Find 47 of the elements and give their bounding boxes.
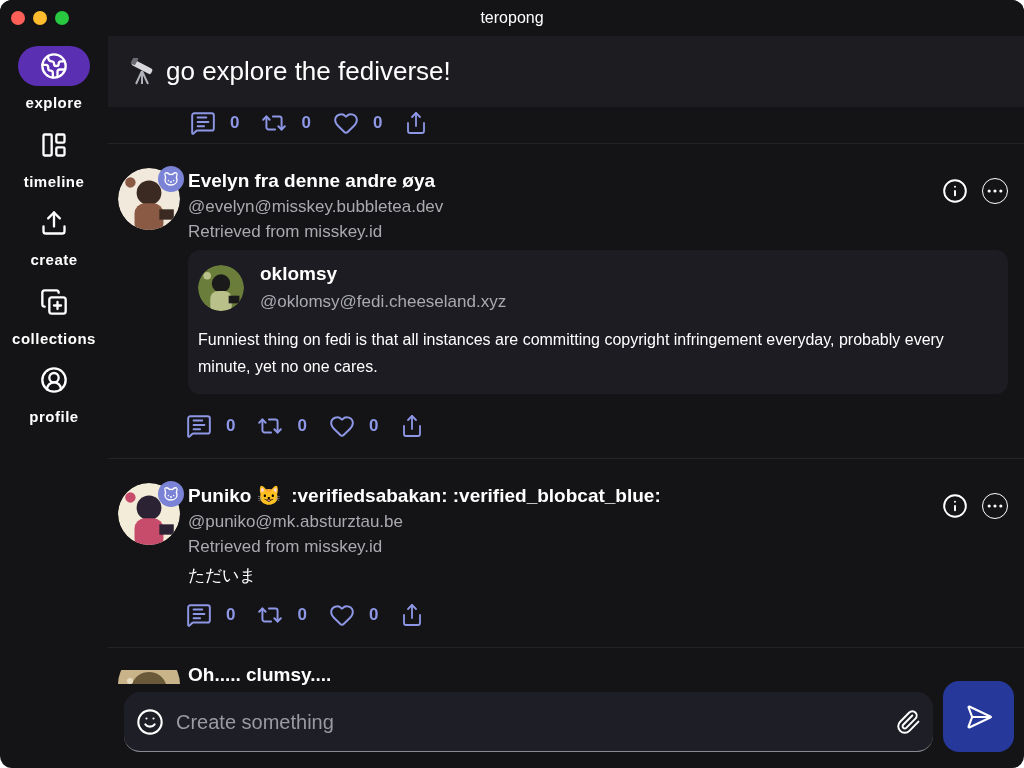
- info-icon[interactable]: [942, 493, 968, 519]
- like-icon[interactable]: [328, 413, 355, 439]
- compose-input[interactable]: Create something: [176, 706, 883, 737]
- count-label: 0: [226, 603, 236, 626]
- window-title: teropong: [480, 8, 544, 28]
- count-label: 0: [368, 415, 379, 438]
- layout-icon: [40, 130, 68, 159]
- upload-icon: [40, 209, 68, 237]
- reply-icon[interactable]: [190, 110, 216, 136]
- count-label: 0: [297, 415, 307, 438]
- minimize-button[interactable]: [33, 11, 47, 25]
- send-button[interactable]: [943, 681, 1014, 752]
- reply-icon[interactable]: [186, 601, 212, 628]
- nav-item[interactable]: explore: [4, 46, 104, 115]
- author-handle: @oklomsy@fedi.cheeseland.xyz: [260, 291, 507, 313]
- author-name: Oh..... clumsy....: [188, 663, 332, 686]
- post-text: ただいま: [188, 564, 257, 587]
- emoji-icon[interactable]: [136, 707, 164, 736]
- zoom-button[interactable]: [55, 11, 69, 25]
- source-label: Retrieved from misskey.id: [188, 221, 384, 243]
- close-button[interactable]: [11, 11, 25, 25]
- compose-field[interactable]: Create something: [124, 692, 933, 752]
- count-label: 0: [226, 415, 236, 438]
- post-text: Funniest thing on fedi is that all instances are committing copyright infringement everyday, probably every minute, yet no one cares.: [198, 330, 945, 377]
- page-title: go explore the fediverse!: [166, 55, 451, 88]
- nav-item[interactable]: timeline: [4, 124, 104, 193]
- count-label: 0: [297, 603, 307, 626]
- nav-item[interactable]: create: [4, 203, 104, 272]
- attach-icon[interactable]: [895, 708, 921, 735]
- profile-icon: [40, 366, 68, 394]
- author-name: Evelyn fra denne andre øya: [188, 169, 437, 193]
- count-label: 0: [230, 112, 240, 135]
- nav-item[interactable]: profile: [4, 360, 104, 429]
- author-handle: @evelyn@misskey.bubbletea.dev: [188, 196, 445, 218]
- count-label: 0: [368, 603, 379, 626]
- like-icon[interactable]: [332, 110, 359, 136]
- author-handle: @puniko@mk.absturztau.be: [188, 511, 404, 533]
- source-label: Retrieved from misskey.id: [188, 536, 384, 558]
- author-name: Puniko 😺 :verifiedsabakan: :verified_blobcat_blue:: [188, 484, 662, 508]
- count-label: 0: [372, 112, 383, 135]
- add-collection-icon: [40, 287, 68, 316]
- nav-item[interactable]: collections: [4, 281, 104, 350]
- info-icon[interactable]: [942, 178, 968, 204]
- reply-icon[interactable]: [186, 413, 212, 439]
- count-label: 0: [301, 112, 311, 135]
- globe-icon: [40, 52, 68, 80]
- author-name: oklomsy: [260, 262, 339, 286]
